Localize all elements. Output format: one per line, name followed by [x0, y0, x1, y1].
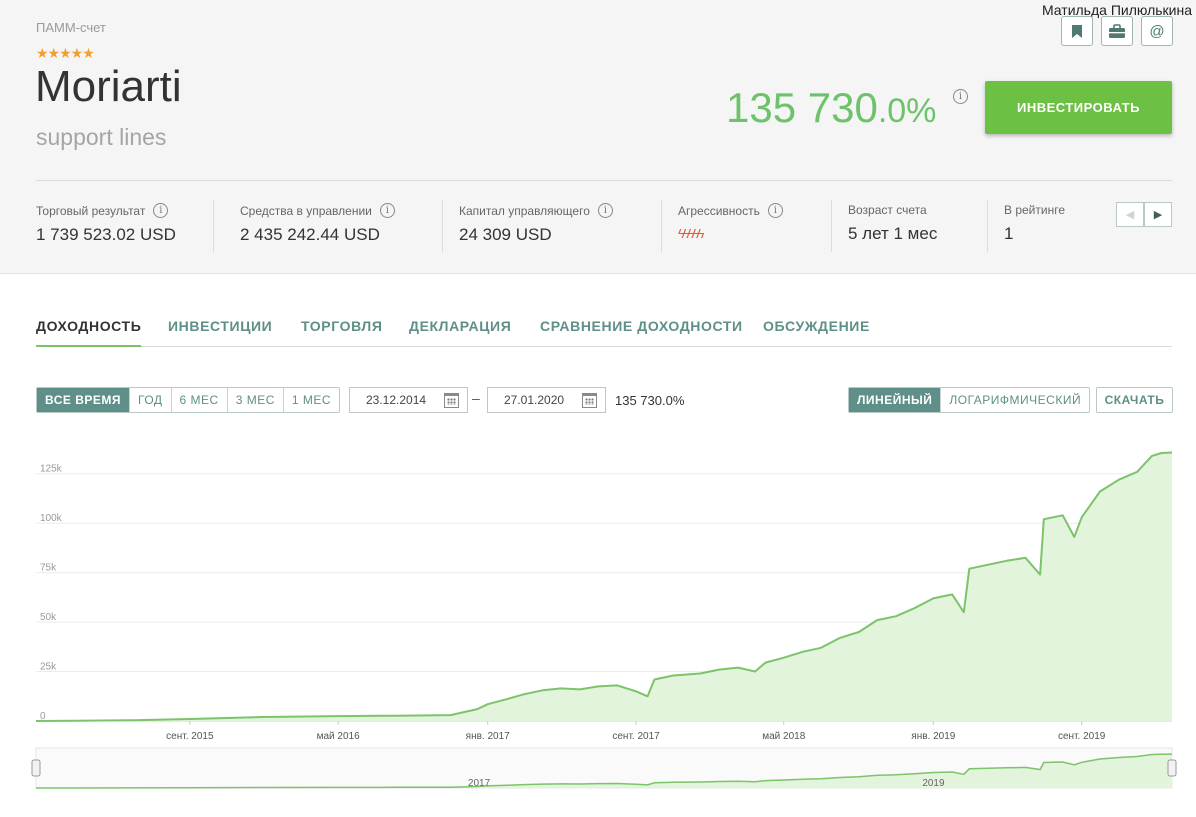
stat-label: Средства в управлении — [240, 203, 372, 218]
aggressiveness-flames: ϟϟϟϟϟ — [678, 226, 783, 241]
account-subtitle: support lines — [36, 124, 167, 150]
stat-label: Агрессивность — [678, 203, 760, 218]
calendar-icon[interactable] — [444, 393, 459, 408]
calendar-icon[interactable] — [582, 393, 597, 408]
y-tick-label: 50k — [40, 612, 57, 623]
scale-selector: ЛИНЕЙНЫЙ ЛОГАРИФМИЧЕСКИЙ — [848, 387, 1091, 413]
x-tick-label: янв. 2019 — [911, 731, 955, 742]
series-area — [36, 452, 1172, 721]
scale-linear[interactable]: ЛИНЕЙНЫЙ — [849, 388, 941, 412]
scale-logarithmic[interactable]: ЛОГАРИФМИЧЕСКИЙ — [940, 388, 1089, 412]
stat-value: 5 лет 1 мес — [848, 224, 938, 243]
portfolio-button[interactable] — [1101, 16, 1133, 46]
y-tick-label: 100k — [40, 513, 63, 524]
info-icon[interactable]: i — [953, 89, 968, 104]
stat-value: 24 309 USD — [459, 225, 552, 244]
next-button[interactable]: ▶ — [1144, 202, 1172, 227]
navigator-handle[interactable] — [31, 759, 41, 777]
stat-value: 1 — [1004, 224, 1014, 243]
chevron-left-icon: ◀ — [1125, 209, 1135, 221]
tab-returns[interactable]: ДОХОДНОСТЬ — [36, 318, 142, 347]
divider — [987, 200, 988, 252]
stat-funds-managed: Средства в управлении i 2 435 242.44 USD — [240, 203, 395, 245]
bookmark-icon — [1072, 24, 1082, 38]
stat-trade-result: Торговый результат i 1 739 523.02 USD — [36, 203, 176, 245]
tab-discussion[interactable]: ОБСУЖДЕНИЕ — [763, 318, 870, 347]
star-icon: ★★★★★ — [36, 45, 95, 61]
period-1-month[interactable]: 1 МЕС — [282, 388, 339, 412]
y-tick-label: 75k — [40, 563, 57, 574]
x-tick-label: сент. 2017 — [612, 731, 660, 742]
account-name: Moriarti — [35, 62, 182, 111]
info-icon[interactable]: i — [597, 203, 613, 218]
account-type: ПАММ-счет — [36, 20, 106, 35]
date-to-field[interactable]: 27.01.2020 — [487, 387, 606, 413]
total-return-int: 135 730 — [726, 84, 878, 131]
returns-chart: 025k50k75k100k125kсент. 2015 май 2016 янв.… — [31, 451, 1177, 789]
briefcase-icon — [1109, 23, 1125, 38]
period-6-months[interactable]: 6 МЕС — [170, 388, 227, 412]
tab-compare-returns[interactable]: СРАВНЕНИЕ ДОХОДНОСТИ — [540, 318, 743, 347]
x-tick-label: май 2018 — [762, 731, 805, 742]
chevron-right-icon: ▶ — [1153, 209, 1163, 221]
date-from-field[interactable]: 23.12.2014 — [349, 387, 468, 413]
stat-aggressiveness: Агрессивность i ϟϟϟϟϟ — [678, 203, 783, 241]
flame-icon: ϟϟϟϟϟ — [678, 226, 704, 241]
stat-label: В рейтинге — [1004, 203, 1066, 217]
download-button[interactable]: СКАЧАТЬ — [1096, 387, 1173, 413]
stat-value: 1 739 523.02 USD — [36, 225, 176, 244]
navigator-handle[interactable] — [1167, 759, 1177, 777]
date-from-value: 23.12.2014 — [366, 393, 427, 407]
svg-text:@: @ — [1149, 23, 1164, 39]
info-icon[interactable]: i — [379, 203, 395, 218]
y-tick-label: 125k — [40, 464, 63, 475]
account-header: Матильда Пилюлькина @ ПАММ-счет ★★★★★ Mo… — [0, 0, 1196, 274]
period-year[interactable]: ГОД — [129, 388, 171, 412]
navigator-label: 2017 — [468, 778, 491, 789]
tab-trading[interactable]: ТОРГОВЛЯ — [301, 318, 383, 347]
x-tick-label: янв. 2017 — [466, 731, 510, 742]
divider — [661, 200, 662, 252]
date-range-separator: – — [472, 390, 480, 406]
total-return-dec: .0% — [877, 92, 937, 130]
x-tick-label: сент. 2015 — [166, 731, 214, 742]
stat-manager-capital: Капитал управляющего i 24 309 USD — [459, 203, 613, 245]
divider — [831, 200, 832, 252]
stat-value: 2 435 242.44 USD — [240, 225, 380, 244]
stat-account-age: Возраст счета 5 лет 1 мес — [848, 203, 937, 244]
tab-investments[interactable]: ИНВЕСТИЦИИ — [168, 318, 272, 347]
tab-bar: ДОХОДНОСТЬ ИНВЕСТИЦИИ ТОРГОВЛЯ ДЕКЛАРАЦИ… — [36, 318, 1172, 347]
at-icon: @ — [1149, 23, 1164, 39]
tab-declaration[interactable]: ДЕКЛАРАЦИЯ — [409, 318, 511, 347]
total-return: 135 730.0% — [726, 84, 936, 132]
bookmark-button[interactable] — [1061, 16, 1093, 46]
range-return: 135 730.0% — [615, 393, 685, 408]
x-tick-label: май 2016 — [317, 731, 360, 742]
divider — [36, 180, 1172, 181]
info-icon[interactable]: i — [153, 203, 169, 218]
date-to-value: 27.01.2020 — [504, 393, 565, 407]
stat-label: Торговый результат — [36, 203, 146, 218]
rating-stars: ★★★★★ — [36, 45, 95, 62]
prev-button[interactable]: ◀ — [1116, 202, 1144, 227]
period-all-time[interactable]: ВСЕ ВРЕМЯ — [37, 388, 130, 412]
x-tick-label: сент. 2019 — [1058, 731, 1106, 742]
y-tick-label: 25k — [40, 662, 57, 673]
divider — [442, 200, 443, 252]
info-icon[interactable]: i — [767, 203, 783, 218]
period-3-months[interactable]: 3 МЕС — [226, 388, 283, 412]
invest-button[interactable]: ИНВЕСТИРОВАТЬ — [985, 81, 1172, 134]
stat-label: Возраст счета — [848, 203, 927, 217]
divider — [213, 200, 214, 252]
stat-ranking: В рейтинге 1 — [1004, 203, 1065, 244]
period-selector: ВСЕ ВРЕМЯ ГОД 6 МЕС 3 МЕС 1 МЕС — [36, 387, 341, 413]
stat-label: Капитал управляющего — [459, 203, 590, 218]
navigator-label: 2019 — [922, 778, 945, 789]
message-button[interactable]: @ — [1141, 16, 1173, 46]
